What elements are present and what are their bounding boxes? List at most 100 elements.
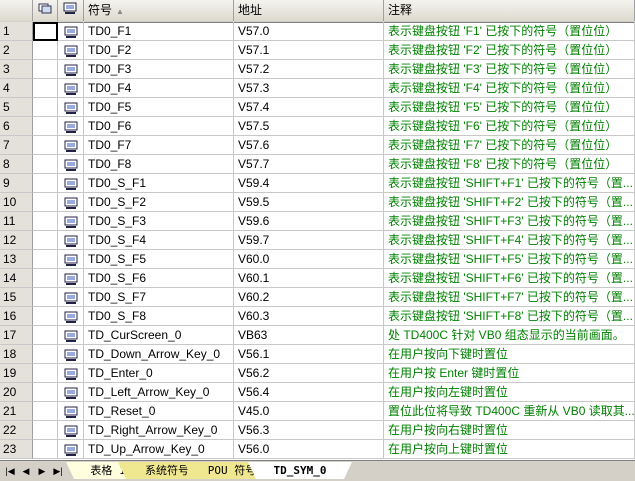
row-number[interactable]: 18 [0,345,33,364]
comment-cell[interactable]: 表示键盘按钮 'F5' 已按下的符号（置位位） [384,98,635,117]
row-number[interactable]: 22 [0,421,33,440]
table-row[interactable]: 17 TD_CurScreen_0 VB63 处 TD400C 针对 VB0 组态显示… [0,326,635,345]
overlap-cell[interactable] [33,79,58,98]
comment-cell[interactable]: 表示键盘按钮 'SHIFT+F3' 已按下的符号（置... [384,212,635,231]
overlap-cell[interactable] [33,174,58,193]
table-row[interactable]: 4 TD0_F4 V57.3 表示键盘按钮 'F4' 已按下的符号（置位位） [0,79,635,98]
comment-cell[interactable]: 置位此位将导致 TD400C 重新从 VB0 读取其... [384,402,635,421]
address-cell[interactable]: V57.4 [234,98,384,117]
symbol-cell[interactable]: TD0_F2 [84,41,234,60]
table-row[interactable]: 15 TD0_S_F7 V60.2 表示键盘按钮 'SHIFT+F7' 已按下的符号（… [0,288,635,307]
symbol-cell[interactable]: TD_Enter_0 [84,364,234,383]
overlap-cell[interactable] [33,307,58,326]
overlap-cell[interactable] [33,22,58,41]
table-row[interactable]: 22 TD_Right_Arrow_Key_0 V56.3 在用户按向右键时置位 [0,421,635,440]
row-number[interactable]: 15 [0,288,33,307]
address-cell[interactable]: V57.7 [234,155,384,174]
address-cell[interactable]: V56.4 [234,383,384,402]
symbol-cell[interactable]: TD0_F8 [84,155,234,174]
unused-cell[interactable] [58,79,84,98]
symbol-cell[interactable]: TD0_S_F6 [84,269,234,288]
row-number[interactable]: 11 [0,212,33,231]
overlap-cell[interactable] [33,212,58,231]
overlap-cell[interactable] [33,155,58,174]
symbol-cell[interactable]: TD_CurScreen_0 [84,326,234,345]
table-row[interactable]: 11 TD0_S_F3 V59.6 表示键盘按钮 'SHIFT+F3' 已按下的符号（… [0,212,635,231]
comment-cell[interactable]: 表示键盘按钮 'SHIFT+F8' 已按下的符号（置... [384,307,635,326]
header-symbol[interactable]: 符号 ▲ [84,0,234,21]
symbol-cell[interactable]: TD0_F5 [84,98,234,117]
comment-cell[interactable]: 表示键盘按钮 'SHIFT+F7' 已按下的符号（置... [384,288,635,307]
row-number[interactable]: 23 [0,440,33,459]
overlap-cell[interactable] [33,231,58,250]
row-number[interactable]: 3 [0,60,33,79]
comment-cell[interactable]: 表示键盘按钮 'F4' 已按下的符号（置位位） [384,79,635,98]
row-number[interactable]: 1 [0,22,33,41]
unused-cell[interactable] [58,117,84,136]
symbol-cell[interactable]: TD0_S_F4 [84,231,234,250]
table-row[interactable]: 18 TD_Down_Arrow_Key_0 V56.1 在用户按向下键时置位 [0,345,635,364]
overlap-cell[interactable] [33,364,58,383]
unused-cell[interactable] [58,231,84,250]
symbol-cell[interactable]: TD0_F3 [84,60,234,79]
address-cell[interactable]: V57.3 [234,79,384,98]
unused-cell[interactable] [58,402,84,421]
row-number[interactable]: 6 [0,117,33,136]
unused-cell[interactable] [58,155,84,174]
unused-cell[interactable] [58,383,84,402]
comment-cell[interactable]: 表示键盘按钮 'F1' 已按下的符号（置位位） [384,22,635,41]
overlap-cell[interactable] [33,345,58,364]
address-cell[interactable]: V56.1 [234,345,384,364]
row-number[interactable]: 20 [0,383,33,402]
table-row[interactable]: 5 TD0_F5 V57.4 表示键盘按钮 'F5' 已按下的符号（置位位） [0,98,635,117]
symbol-cell[interactable]: TD_Right_Arrow_Key_0 [84,421,234,440]
unused-cell[interactable] [58,345,84,364]
comment-cell[interactable]: 表示键盘按钮 'SHIFT+F2' 已按下的符号（置... [384,193,635,212]
symbol-cell[interactable]: TD0_F7 [84,136,234,155]
table-row[interactable]: 8 TD0_F8 V57.7 表示键盘按钮 'F8' 已按下的符号（置位位） [0,155,635,174]
comment-cell[interactable]: 表示键盘按钮 'F6' 已按下的符号（置位位） [384,117,635,136]
comment-cell[interactable]: 表示键盘按钮 'F7' 已按下的符号（置位位） [384,136,635,155]
first-tab-icon[interactable]: |◀ [4,464,16,478]
unused-cell[interactable] [58,22,84,41]
next-tab-icon[interactable]: ▶ [36,464,48,478]
overlap-cell[interactable] [33,440,58,459]
row-number[interactable]: 19 [0,364,33,383]
row-number[interactable]: 4 [0,79,33,98]
overlap-cell[interactable] [33,269,58,288]
row-number[interactable]: 8 [0,155,33,174]
row-number[interactable]: 7 [0,136,33,155]
address-cell[interactable]: V59.7 [234,231,384,250]
row-number[interactable]: 13 [0,250,33,269]
table-row[interactable]: 13 TD0_S_F5 V60.0 表示键盘按钮 'SHIFT+F5' 已按下的符号（… [0,250,635,269]
table-row[interactable]: 9 TD0_S_F1 V59.4 表示键盘按钮 'SHIFT+F1' 已按下的符号（置… [0,174,635,193]
table-row[interactable]: 6 TD0_F6 V57.5 表示键盘按钮 'F6' 已按下的符号（置位位） [0,117,635,136]
overlap-cell[interactable] [33,60,58,79]
comment-cell[interactable]: 在用户按向上键时置位 [384,440,635,459]
comment-cell[interactable]: 在用户按 Enter 键时置位 [384,364,635,383]
symbol-cell[interactable]: TD0_S_F3 [84,212,234,231]
table-row[interactable]: 10 TD0_S_F2 V59.5 表示键盘按钮 'SHIFT+F2' 已按下的符号（… [0,193,635,212]
row-number[interactable]: 21 [0,402,33,421]
address-cell[interactable]: V57.0 [234,22,384,41]
unused-cell[interactable] [58,421,84,440]
symbol-cell[interactable]: TD0_F6 [84,117,234,136]
comment-cell[interactable]: 表示键盘按钮 'F8' 已按下的符号（置位位） [384,155,635,174]
prev-tab-icon[interactable]: ◀ [20,464,32,478]
header-corner[interactable] [0,0,33,21]
unused-cell[interactable] [58,212,84,231]
row-number[interactable]: 9 [0,174,33,193]
table-row[interactable]: 2 TD0_F2 V57.1 表示键盘按钮 'F2' 已按下的符号（置位位） [0,41,635,60]
table-row[interactable]: 23 TD_Up_Arrow_Key_0 V56.0 在用户按向上键时置位 [0,440,635,459]
address-cell[interactable]: V60.3 [234,307,384,326]
address-cell[interactable]: V56.0 [234,440,384,459]
address-cell[interactable]: V60.0 [234,250,384,269]
symbol-cell[interactable]: TD0_F4 [84,79,234,98]
row-number[interactable]: 5 [0,98,33,117]
address-cell[interactable]: VB63 [234,326,384,345]
unused-cell[interactable] [58,326,84,345]
table-row[interactable]: 20 TD_Left_Arrow_Key_0 V56.4 在用户按向左键时置位 [0,383,635,402]
address-cell[interactable]: V57.2 [234,60,384,79]
row-number[interactable]: 12 [0,231,33,250]
comment-cell[interactable]: 表示键盘按钮 'SHIFT+F5' 已按下的符号（置... [384,250,635,269]
